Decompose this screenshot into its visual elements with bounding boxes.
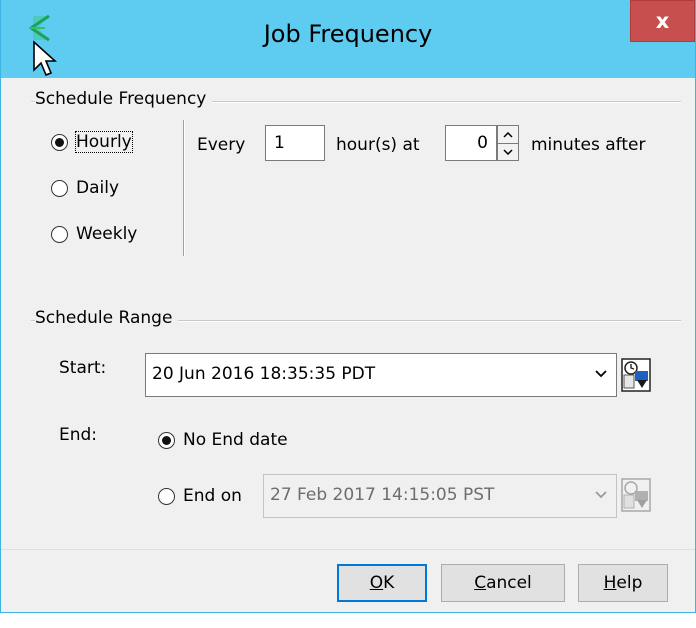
radio-weekly[interactable]: Weekly bbox=[51, 224, 137, 244]
minutes-input[interactable]: 0 bbox=[445, 125, 497, 161]
radio-weekly-indicator[interactable] bbox=[51, 225, 68, 243]
start-date-value: 20 Jun 2016 18:35:35 PDT bbox=[152, 364, 376, 384]
radio-daily[interactable]: Daily bbox=[51, 178, 119, 198]
stepper-up-button[interactable] bbox=[498, 126, 518, 143]
chevron-down-icon bbox=[595, 370, 607, 378]
radio-no-end-indicator[interactable] bbox=[158, 431, 175, 449]
job-frequency-dialog: Job Frequency x Schedule Frequency Hourl… bbox=[0, 0, 696, 613]
chevron-down-icon bbox=[503, 149, 513, 155]
radio-hourly[interactable]: Hourly bbox=[51, 131, 133, 153]
hours-at-label: hour(s) at bbox=[336, 135, 420, 155]
every-label: Every bbox=[197, 135, 246, 155]
footer-divider bbox=[1, 549, 695, 550]
ok-button[interactable]: OK bbox=[337, 564, 427, 602]
title-bar[interactable]: Job Frequency x bbox=[1, 0, 695, 78]
window-title: Job Frequency bbox=[263, 20, 433, 48]
radio-end-on[interactable]: End on bbox=[158, 486, 242, 506]
frequency-separator bbox=[183, 120, 185, 256]
radio-hourly-indicator[interactable] bbox=[51, 133, 68, 151]
mouse-cursor-icon bbox=[33, 40, 58, 77]
radio-end-on-label[interactable]: End on bbox=[183, 486, 242, 506]
calendar-clock-icon[interactable] bbox=[621, 358, 651, 392]
radio-daily-label[interactable]: Daily bbox=[76, 178, 119, 198]
radio-no-end-date[interactable]: No End date bbox=[158, 430, 288, 450]
cancel-button[interactable]: Cancel bbox=[441, 564, 565, 602]
close-button[interactable]: x bbox=[630, 0, 695, 42]
start-date-combo[interactable]: 20 Jun 2016 18:35:35 PDT bbox=[145, 353, 617, 397]
minutes-stepper[interactable] bbox=[497, 125, 519, 161]
radio-daily-indicator[interactable] bbox=[51, 179, 68, 197]
calendar-clock-icon[interactable] bbox=[621, 478, 651, 512]
end-date-combo[interactable]: 27 Feb 2017 14:15:05 PST bbox=[263, 474, 617, 518]
chevron-down-icon bbox=[595, 491, 607, 499]
end-date-value: 27 Feb 2017 14:15:05 PST bbox=[270, 485, 495, 505]
stepper-down-button[interactable] bbox=[498, 143, 518, 160]
schedule-range-legend: Schedule Range bbox=[35, 308, 179, 328]
start-label: Start: bbox=[59, 358, 107, 378]
close-icon: x bbox=[655, 9, 670, 33]
radio-weekly-label[interactable]: Weekly bbox=[76, 224, 137, 244]
help-button[interactable]: Help bbox=[578, 564, 668, 602]
radio-hourly-label[interactable]: Hourly bbox=[75, 131, 133, 153]
schedule-frequency-legend: Schedule Frequency bbox=[35, 89, 213, 109]
minutes-after-label: minutes after bbox=[531, 135, 646, 155]
radio-end-on-indicator[interactable] bbox=[158, 487, 175, 505]
chevron-up-icon bbox=[503, 131, 513, 138]
end-label: End: bbox=[59, 425, 98, 445]
radio-no-end-label[interactable]: No End date bbox=[183, 430, 288, 450]
every-hours-input[interactable]: 1 bbox=[265, 125, 325, 161]
